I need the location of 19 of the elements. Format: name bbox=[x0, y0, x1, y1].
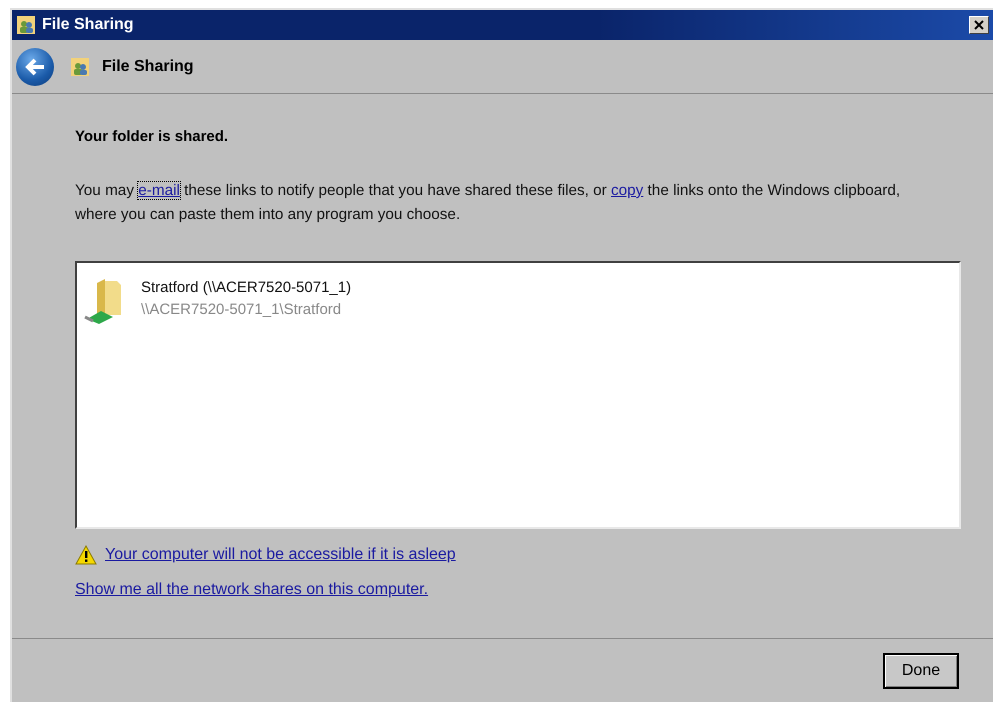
page-title: File Sharing bbox=[102, 58, 194, 76]
help-link[interactable]: Show me all the network shares on this computer. bbox=[75, 581, 428, 599]
text-link[interactable]: copy bbox=[611, 182, 644, 199]
people-icon bbox=[16, 15, 36, 35]
close-button[interactable] bbox=[969, 16, 989, 34]
text-link[interactable]: e-mail bbox=[138, 182, 180, 199]
instructions-text: You may e-mail these links to notify people that you have shared these files, or copy the links onto the Windows clipboard, where you can paste them into any program you choose. bbox=[75, 181, 902, 225]
done-button[interactable]: Done bbox=[883, 652, 959, 688]
back-arrow-icon bbox=[24, 56, 46, 76]
back-button[interactable] bbox=[16, 48, 54, 86]
share-path: \\ACER7520-5071_1\Stratford bbox=[141, 300, 342, 320]
status-heading: Your folder is shared. bbox=[75, 128, 230, 145]
window-title: File Sharing bbox=[42, 16, 134, 34]
warning-icon bbox=[75, 545, 97, 565]
help-link[interactable]: Your computer will not be accessible if it is asleep bbox=[105, 546, 456, 564]
close-icon bbox=[974, 20, 984, 30]
people-icon bbox=[70, 56, 90, 76]
share-item[interactable]: Stratford (\\ACER7520-5071_1) \\ACER7520-5071_1\Stratford bbox=[83, 277, 953, 325]
share-name: Stratford (\\ACER7520-5071_1) bbox=[141, 278, 352, 298]
